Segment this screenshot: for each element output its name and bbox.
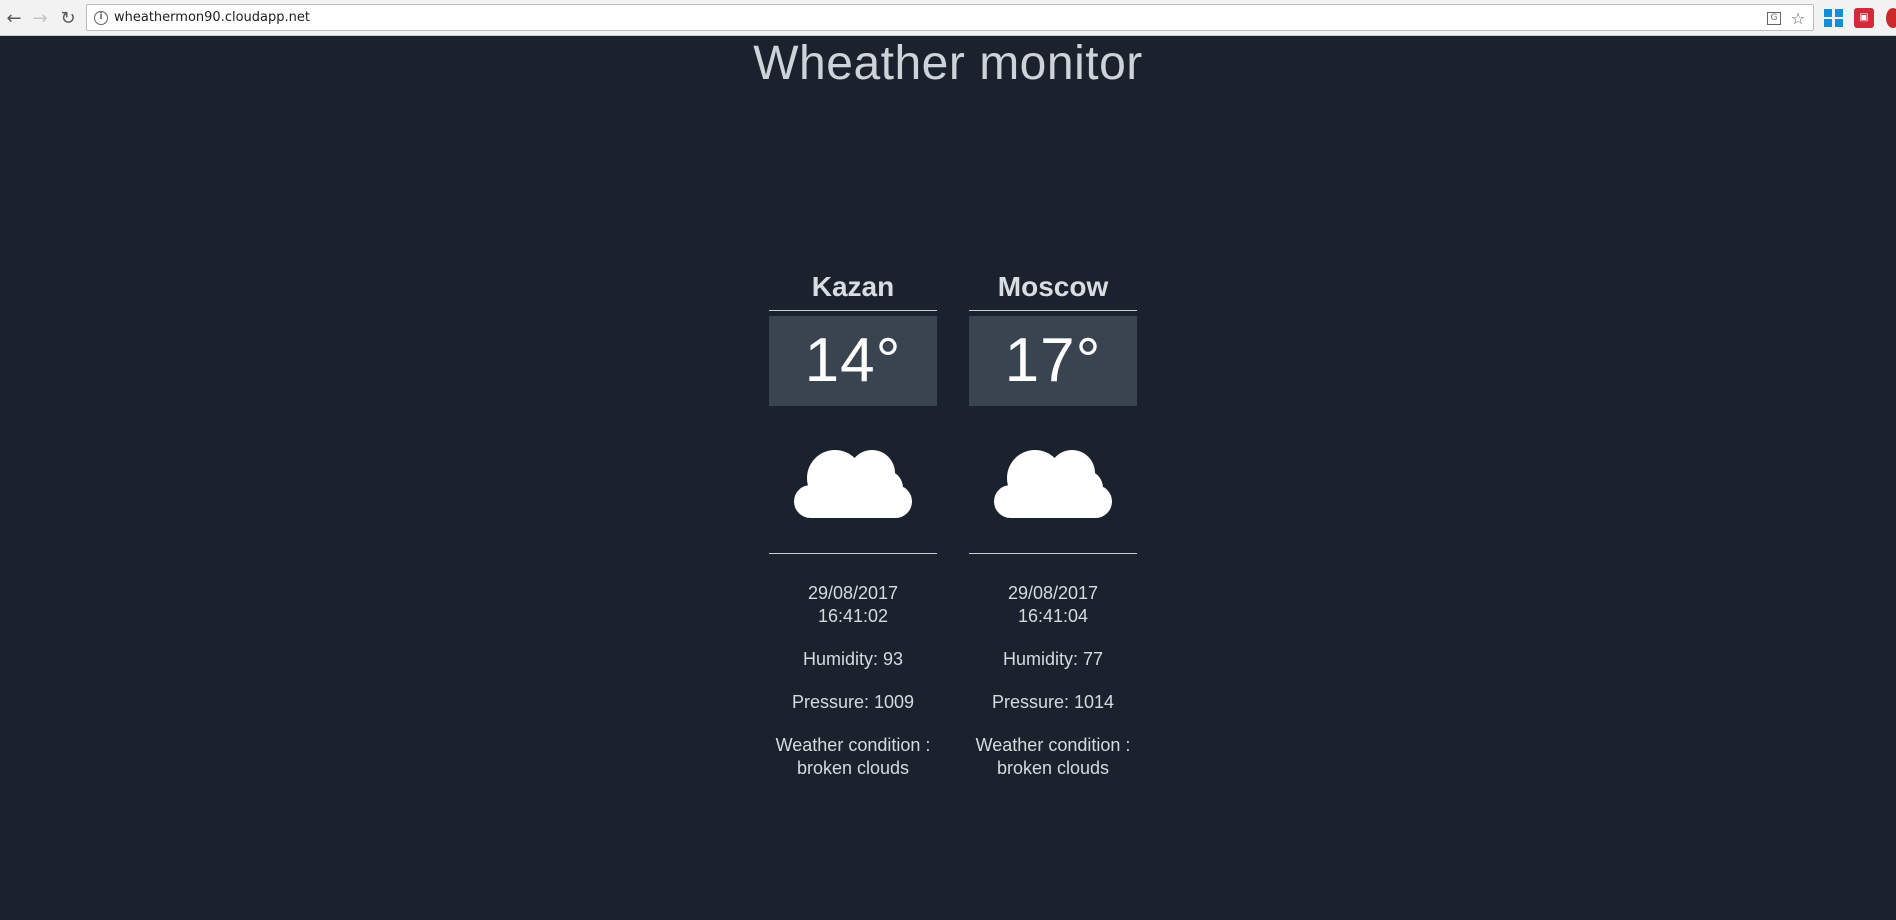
cloud-icon (769, 406, 937, 554)
condition-value: broken clouds (796, 758, 910, 778)
city-card-moscow: Moscow 17° 29/08/2017 16:41:04 Humidity:… (969, 270, 1137, 780)
windows-extension-icon[interactable] (1823, 8, 1843, 28)
humidity-text: Humidity: 77 (1002, 649, 1104, 669)
condition-label: Weather condition : (975, 735, 1131, 755)
forward-arrow-icon[interactable]: → (28, 6, 52, 30)
extension-icon[interactable] (1886, 8, 1896, 28)
timestamp: 29/08/2017 16:41:02 (769, 582, 937, 628)
condition-value: broken clouds (996, 758, 1110, 778)
reload-icon[interactable]: ↻ (56, 6, 80, 30)
date-text: 29/08/2017 (1007, 583, 1099, 603)
pressure-text: Pressure: 1014 (991, 692, 1115, 712)
info-icon[interactable]: i (94, 11, 108, 25)
pressure-text: Pressure: 1009 (791, 692, 915, 712)
temperature-display: 17° (969, 316, 1137, 406)
city-name: Kazan (769, 270, 937, 311)
timestamp: 29/08/2017 16:41:04 (969, 582, 1137, 628)
browser-toolbar: ← → ↻ i wheathermon90.cloudapp.net G ☆ ▣ (0, 0, 1896, 36)
temperature-display: 14° (769, 316, 937, 406)
weather-condition: Weather condition : broken clouds (769, 734, 937, 780)
bookmark-star-icon[interactable]: ☆ (1789, 9, 1807, 28)
date-text: 29/08/2017 (807, 583, 899, 603)
city-list: Kazan 14° 29/08/2017 16:41:02 Humidity: … (769, 270, 1137, 780)
red-extension-icon[interactable]: ▣ (1854, 8, 1874, 28)
weather-condition: Weather condition : broken clouds (969, 734, 1137, 780)
city-card-kazan: Kazan 14° 29/08/2017 16:41:02 Humidity: … (769, 270, 937, 780)
url-text[interactable]: wheathermon90.cloudapp.net (114, 10, 310, 25)
city-name: Moscow (969, 270, 1137, 311)
translate-icon[interactable]: G (1765, 9, 1783, 27)
page-title: Wheather monitor (753, 37, 1143, 90)
back-arrow-icon[interactable]: ← (2, 6, 26, 30)
time-text: 16:41:04 (1017, 606, 1089, 626)
cloud-icon (969, 406, 1137, 554)
address-bar[interactable]: i wheathermon90.cloudapp.net G ☆ (86, 4, 1814, 31)
time-text: 16:41:02 (817, 606, 889, 626)
humidity-text: Humidity: 93 (802, 649, 904, 669)
condition-label: Weather condition : (775, 735, 931, 755)
